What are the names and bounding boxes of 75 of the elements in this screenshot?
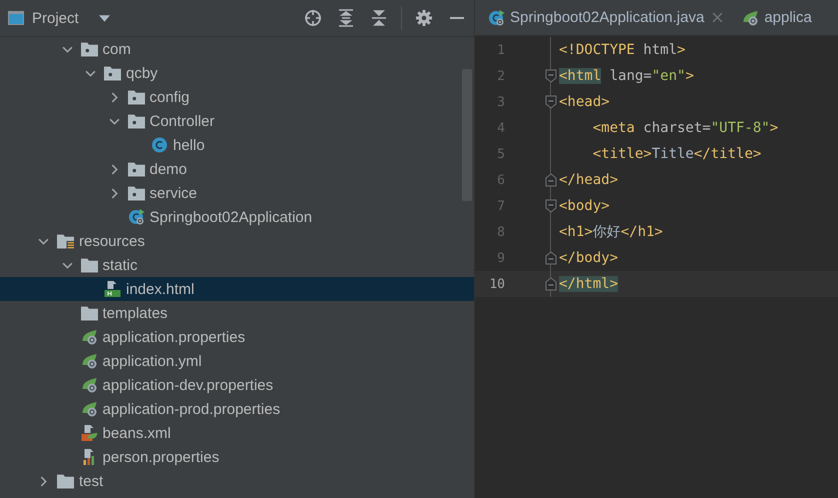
- tree-item[interactable]: Springboot02Application: [0, 205, 474, 229]
- package-icon: [128, 161, 144, 177]
- tree-item[interactable]: Controller: [0, 109, 474, 133]
- tree-item[interactable]: test: [0, 469, 474, 493]
- folder-icon: [57, 473, 74, 489]
- code-line: <title>Title</title>: [592, 146, 762, 162]
- package-icon: [128, 89, 144, 105]
- tree-item[interactable]: hello: [0, 133, 474, 157]
- package-icon: [104, 65, 121, 81]
- spring-config-icon: [742, 10, 760, 26]
- resources-folder-icon: [57, 233, 74, 249]
- line-number: 10: [488, 276, 505, 292]
- fold-icon[interactable]: [545, 69, 557, 83]
- line-number: 2: [496, 68, 505, 84]
- tree-item[interactable]: qcby: [0, 61, 474, 85]
- expand-all-icon[interactable]: [337, 9, 355, 27]
- code-line: <!DOCTYPE html>: [559, 42, 686, 58]
- code-line: <h1>你好</h1>: [559, 223, 663, 241]
- tree-item[interactable]: static: [0, 253, 474, 277]
- code-line: <body>: [559, 198, 610, 214]
- line-number: 9: [496, 250, 505, 266]
- code-line: <html lang="en">: [559, 68, 694, 84]
- spring-config-icon: [80, 353, 98, 369]
- line-number: 7: [496, 198, 505, 214]
- spring-config-icon: [80, 401, 98, 417]
- collapse-all-icon[interactable]: [370, 9, 388, 27]
- line-number: 4: [496, 120, 505, 136]
- line-number: 6: [496, 172, 505, 188]
- spring-class-icon: [128, 209, 144, 225]
- tree-item[interactable]: application-prod.properties: [0, 397, 474, 421]
- fold-icon[interactable]: [545, 173, 557, 187]
- tree-item[interactable]: resources: [0, 229, 474, 253]
- fold-icon[interactable]: [545, 251, 557, 265]
- xml-file-icon: [80, 425, 98, 441]
- spring-class-icon: [488, 10, 505, 26]
- fold-icon[interactable]: [545, 199, 557, 213]
- dropdown-caret-icon[interactable]: [98, 14, 110, 22]
- code-line: </body>: [559, 250, 618, 266]
- spring-config-icon: [80, 377, 98, 393]
- tree-item[interactable]: application-dev.properties: [0, 373, 474, 397]
- chevron-right-icon[interactable]: [38, 476, 49, 486]
- tree-item[interactable]: index.html: [0, 277, 474, 301]
- tree-item[interactable]: person.properties: [0, 445, 474, 469]
- package-icon: [80, 41, 98, 57]
- line-number: 5: [496, 146, 505, 162]
- panel-title[interactable]: Project: [32, 10, 79, 26]
- tree-item[interactable]: templates: [0, 301, 474, 325]
- settings-icon[interactable]: [415, 9, 433, 27]
- code-line: <meta charset="UTF-8">: [592, 120, 778, 136]
- locate-icon[interactable]: [304, 9, 322, 27]
- tree-item[interactable]: application.yml: [0, 349, 474, 373]
- tree-item[interactable]: service: [0, 181, 474, 205]
- project-window-icon: [8, 11, 24, 25]
- code-line: <head>: [559, 94, 610, 110]
- html-file-icon: [104, 281, 121, 297]
- fold-icon[interactable]: [545, 95, 557, 109]
- editor-tab[interactable]: Springboot02Application.java: [475, 0, 730, 35]
- folder-icon: [80, 305, 98, 321]
- line-number: 3: [496, 94, 505, 110]
- package-icon: [128, 113, 144, 129]
- line-number: 1: [496, 42, 505, 58]
- tree-item[interactable]: application.properties: [0, 325, 474, 349]
- editor-tab[interactable]: applica: [729, 0, 818, 35]
- tree-item[interactable]: beans.xml: [0, 421, 474, 445]
- tree-item[interactable]: config: [0, 85, 474, 109]
- tree-item[interactable]: com: [0, 37, 474, 61]
- close-icon[interactable]: [712, 12, 724, 23]
- package-icon: [128, 185, 144, 201]
- code-line: </head>: [559, 172, 618, 188]
- line-number: 8: [496, 224, 505, 240]
- fold-icon[interactable]: [545, 277, 557, 291]
- folder-icon: [80, 257, 98, 273]
- spring-config-icon: [80, 329, 98, 345]
- class-icon: [151, 137, 168, 153]
- tree-item[interactable]: demo: [0, 157, 474, 181]
